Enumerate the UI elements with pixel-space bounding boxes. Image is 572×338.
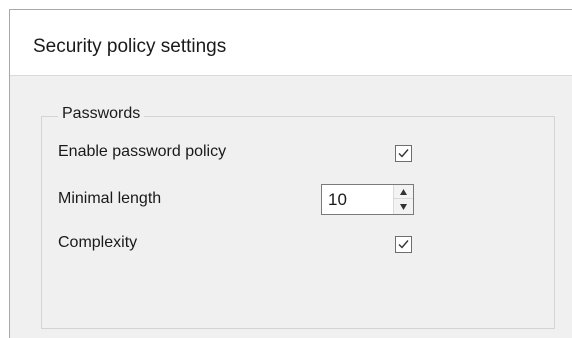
spin-down-button[interactable] <box>394 200 413 214</box>
passwords-group-legend: Passwords <box>58 105 145 123</box>
enable-password-policy-label: Enable password policy <box>58 143 227 160</box>
minimal-length-label: Minimal length <box>58 190 162 207</box>
minimal-length-value[interactable]: 10 <box>328 190 347 210</box>
enable-password-policy-checkbox[interactable] <box>395 145 412 162</box>
title-bar: Security policy settings <box>10 10 572 76</box>
security-policy-window: Security policy settings Passwords Enabl… <box>9 9 572 338</box>
complexity-checkbox[interactable] <box>395 236 412 253</box>
spin-up-arrow-icon <box>400 189 407 195</box>
complexity-label: Complexity <box>58 234 138 251</box>
check-icon <box>398 149 409 158</box>
minimal-length-spinbox[interactable]: 10 <box>321 184 414 215</box>
spin-up-button[interactable] <box>394 185 413 199</box>
spin-buttons <box>393 185 413 214</box>
check-icon <box>398 240 409 249</box>
dialog-title: Security policy settings <box>33 36 227 57</box>
spin-down-arrow-icon <box>400 204 407 210</box>
